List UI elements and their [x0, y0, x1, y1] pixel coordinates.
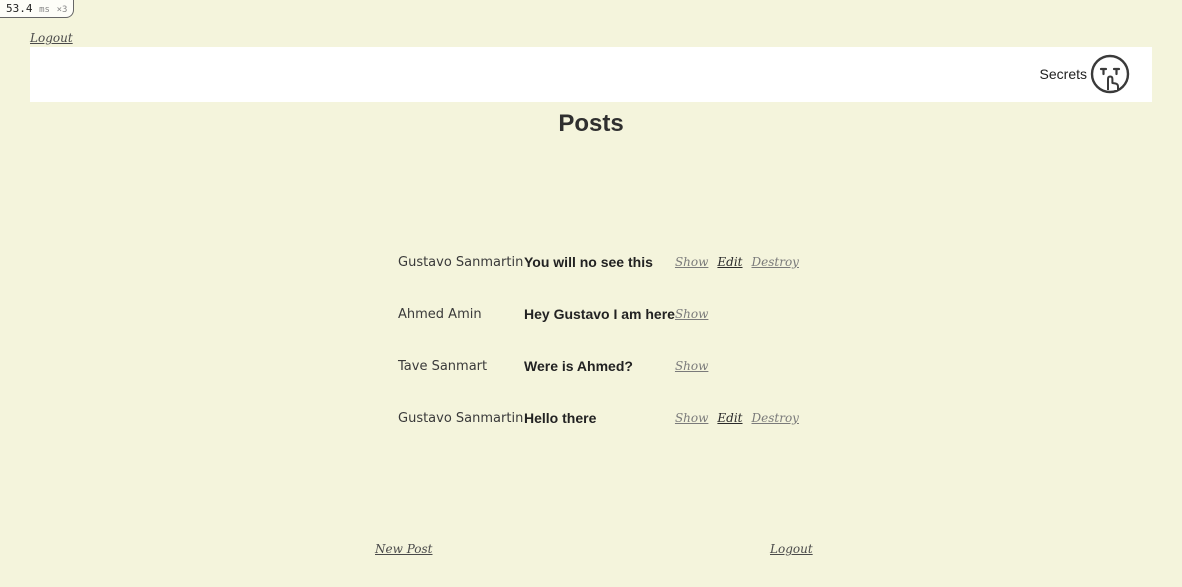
edit-link[interactable]: Edit: [717, 255, 742, 269]
show-link[interactable]: Show: [675, 411, 708, 425]
perf-unit: ms: [39, 5, 50, 15]
post-content: You will no see this: [524, 254, 653, 270]
post-author: Ahmed Amin: [398, 306, 482, 322]
edit-link[interactable]: Edit: [717, 411, 742, 425]
post-actions: Show: [675, 288, 808, 340]
brand-label: Secrets: [1039, 66, 1087, 82]
destroy-link[interactable]: Destroy: [752, 255, 799, 269]
post-actions: Show Edit Destroy: [675, 236, 808, 288]
logout-link[interactable]: Logout: [30, 31, 73, 45]
post-author: Tave Sanmart: [398, 358, 488, 374]
posts-table: Gustavo Sanmartin You will no see this Sho…: [398, 236, 808, 444]
new-post-link[interactable]: New Post: [375, 542, 432, 556]
post-author: Gustavo Sanmartin: [398, 254, 524, 270]
show-link[interactable]: Show: [675, 359, 708, 373]
post-content: Hey Gustavo I am here: [524, 306, 675, 322]
post-content: Were is Ahmed?: [524, 358, 633, 374]
perf-badge: 53.4 ms ×3: [0, 0, 75, 18]
post-row: Gustavo Sanmartin Hello there Show Edit Dest…: [398, 392, 808, 444]
post-row: Tave Sanmart Were is Ahmed? Show: [398, 340, 808, 392]
brand-link[interactable]: Secrets: [1040, 54, 1130, 94]
perf-value: 53.4: [6, 2, 33, 15]
header-bar: Secrets: [30, 47, 1152, 102]
shushing-face-icon: [1090, 54, 1130, 94]
post-actions: Show: [675, 340, 808, 392]
post-author: Gustavo Sanmartin: [398, 410, 524, 426]
footer-logout-link[interactable]: Logout: [770, 542, 813, 556]
perf-count: ×3: [56, 5, 68, 15]
show-link[interactable]: Show: [675, 307, 708, 321]
post-row: Gustavo Sanmartin You will no see this Sho…: [398, 236, 808, 288]
post-row: Ahmed Amin Hey Gustavo I am here Show: [398, 288, 808, 340]
show-link[interactable]: Show: [675, 255, 708, 269]
post-content: Hello there: [524, 410, 597, 426]
page-title: Posts: [558, 110, 624, 137]
post-actions: Show Edit Destroy: [675, 392, 808, 444]
destroy-link[interactable]: Destroy: [752, 411, 799, 425]
